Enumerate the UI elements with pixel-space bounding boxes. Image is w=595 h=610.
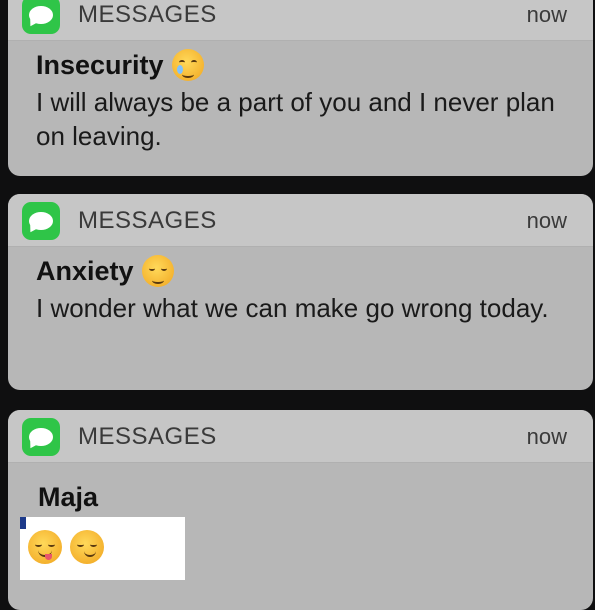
sender-row: Insecurity [36, 49, 575, 81]
notification-body: Anxiety I wonder what we can make go wro… [8, 247, 593, 325]
face-savoring-food-icon [28, 530, 62, 564]
sender-name: Insecurity [36, 49, 164, 80]
messages-app-icon [22, 0, 60, 34]
notification-body: Insecurity I will always be a part of yo… [8, 41, 593, 153]
notification-header: MESSAGES now [8, 0, 593, 41]
messages-app-icon [22, 418, 60, 456]
blue-mark [20, 517, 26, 529]
app-name: MESSAGES [78, 423, 217, 450]
smirking-face-icon [70, 530, 104, 564]
app-name: MESSAGES [78, 1, 217, 28]
notification-time: now [526, 2, 567, 27]
messages-app-icon [22, 202, 60, 240]
notification-time: now [526, 424, 567, 449]
app-name: MESSAGES [78, 207, 217, 234]
notification-anxiety[interactable]: MESSAGES now Anxiety I wonder what we ca… [8, 194, 593, 390]
disappointed-face-icon [141, 255, 174, 287]
notification-time: now [526, 208, 567, 233]
sender-name: Maja [38, 482, 99, 512]
sender-name: Anxiety [36, 255, 134, 286]
notification-insecurity[interactable]: MESSAGES now Insecurity I will always be… [8, 0, 593, 176]
notification-header: MESSAGES now [8, 194, 593, 247]
message-text: I wonder what we can make go wrong today… [36, 293, 549, 323]
crying-face-icon [171, 49, 204, 81]
overlay-emojis [28, 530, 104, 564]
message-text: I will always be a part of you and I nev… [36, 87, 555, 151]
notification-header: MESSAGES now [8, 410, 593, 463]
sender-row: Anxiety [36, 255, 575, 287]
